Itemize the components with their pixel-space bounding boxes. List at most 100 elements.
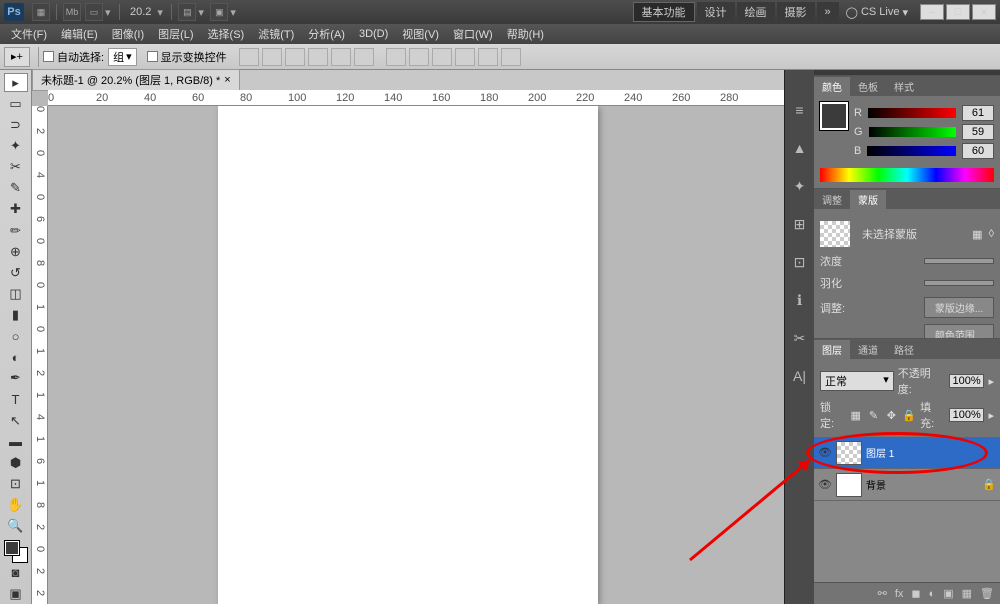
distribute-icon[interactable] <box>432 48 452 66</box>
zoom-tool[interactable]: 🔍 <box>4 517 28 536</box>
mask-icon[interactable]: ◼ <box>911 587 920 600</box>
menu-image[interactable]: 图像(I) <box>105 24 151 44</box>
minimize-button[interactable]: ─ <box>920 4 944 20</box>
color-swatch[interactable] <box>5 541 27 562</box>
ruler-horizontal[interactable]: 020406080100120140160180200220240260280 <box>48 90 784 106</box>
brush-icon[interactable]: ⊞ <box>790 214 810 234</box>
align-icon[interactable] <box>331 48 351 66</box>
tab-layers[interactable]: 图层 <box>814 340 850 359</box>
layer-thumb[interactable] <box>836 441 862 465</box>
fill-input[interactable]: 100% <box>949 408 985 422</box>
density-slider[interactable] <box>924 258 994 264</box>
workspace-design[interactable]: 设计 <box>697 2 735 22</box>
lock-paint-icon[interactable]: ✎ <box>867 408 881 422</box>
eraser-tool[interactable]: ◫ <box>4 284 28 303</box>
path-tool[interactable]: ↖ <box>4 411 28 430</box>
menu-filter[interactable]: 滤镜(T) <box>251 24 301 44</box>
folder-icon[interactable]: ▣ <box>943 587 953 600</box>
screenmode-icon[interactable]: ▣ <box>4 584 28 603</box>
tab-swatches[interactable]: 色板 <box>850 77 886 96</box>
adjust-icon[interactable]: ◐ <box>929 588 936 600</box>
workspace-photo[interactable]: 摄影 <box>777 2 815 22</box>
blue-slider[interactable] <box>867 146 956 156</box>
green-value[interactable]: 59 <box>962 124 994 140</box>
stamp-tool[interactable]: ⊕ <box>4 242 28 261</box>
char-icon[interactable]: A| <box>790 366 810 386</box>
history-icon[interactable]: ≡ <box>790 100 810 120</box>
clone-source-icon[interactable]: ⊡ <box>790 252 810 272</box>
visibility-icon[interactable]: 👁 <box>818 478 832 491</box>
menu-analysis[interactable]: 分析(A) <box>301 24 352 44</box>
menu-help[interactable]: 帮助(H) <box>500 24 551 44</box>
brush-tool[interactable]: ✏ <box>4 221 28 240</box>
mask-edge-button[interactable]: 蒙版边缘... <box>924 297 994 318</box>
move-tool[interactable]: ▸ <box>4 73 28 92</box>
lasso-tool[interactable]: ⊃ <box>4 115 28 134</box>
layer-row[interactable]: 👁 图层 1 <box>814 437 1000 469</box>
document-tab[interactable]: 未标题-1 @ 20.2% (图层 1, RGB/8) *× <box>32 69 240 91</box>
brush-preset-icon[interactable]: ✦ <box>790 176 810 196</box>
hand-tool[interactable]: ✋ <box>4 496 28 515</box>
menu-edit[interactable]: 编辑(E) <box>54 24 105 44</box>
new-layer-icon[interactable]: ▦ <box>962 587 972 600</box>
align-icon[interactable] <box>285 48 305 66</box>
align-icon[interactable] <box>354 48 374 66</box>
menu-layer[interactable]: 图层(L) <box>151 24 200 44</box>
lock-trans-icon[interactable]: ▦ <box>849 408 863 422</box>
menu-view[interactable]: 视图(V) <box>395 24 446 44</box>
eyedropper-tool[interactable]: ✎ <box>4 179 28 198</box>
info-icon[interactable]: ℹ <box>790 290 810 310</box>
canvas[interactable] <box>218 106 598 604</box>
shape-tool[interactable]: ▬ <box>4 432 28 451</box>
bridge-icon[interactable]: ▦ <box>32 3 50 21</box>
screen-icon[interactable]: ▣ <box>210 3 228 21</box>
workspace-more[interactable]: » <box>817 2 839 22</box>
heal-tool[interactable]: ✚ <box>4 200 28 219</box>
menu-select[interactable]: 选择(S) <box>201 24 252 44</box>
blur-tool[interactable]: ○ <box>4 327 28 346</box>
opacity-input[interactable]: 100% <box>949 374 985 388</box>
tab-adjustments[interactable]: 调整 <box>814 190 850 209</box>
distribute-icon[interactable] <box>386 48 406 66</box>
close-tab-icon[interactable]: × <box>224 74 230 86</box>
quickmask-icon[interactable]: ◙ <box>4 563 28 582</box>
blue-value[interactable]: 60 <box>962 143 994 159</box>
histogram-icon[interactable]: ▲ <box>790 138 810 158</box>
layer-row[interactable]: 👁 背景 🔒 <box>814 469 1000 501</box>
3d-camera-tool[interactable]: ⊡ <box>4 474 28 493</box>
current-tool-icon[interactable]: ▸+ <box>4 47 30 67</box>
red-value[interactable]: 61 <box>962 105 994 121</box>
transform-controls-checkbox[interactable] <box>147 51 158 62</box>
history-brush-tool[interactable]: ↺ <box>4 263 28 282</box>
green-slider[interactable] <box>869 127 956 137</box>
menu-window[interactable]: 窗口(W) <box>446 24 500 44</box>
workspace-paint[interactable]: 绘画 <box>737 2 775 22</box>
auto-select-dropdown[interactable]: 组▾ <box>108 48 137 66</box>
tab-channels[interactable]: 通道 <box>850 340 886 359</box>
feather-slider[interactable] <box>924 280 994 286</box>
gradient-tool[interactable]: ▮ <box>4 305 28 324</box>
distribute-icon[interactable] <box>501 48 521 66</box>
zoom-display[interactable]: 20.2 <box>130 6 151 18</box>
pixel-mask-icon[interactable]: ▦ <box>972 228 982 241</box>
wand-tool[interactable]: ✦ <box>4 136 28 155</box>
link-icon[interactable]: ⚯ <box>878 587 887 600</box>
view-icon[interactable]: ▭ <box>85 3 103 21</box>
tab-color[interactable]: 颜色 <box>814 77 850 96</box>
type-tool[interactable]: T <box>4 390 28 409</box>
auto-select-checkbox[interactable] <box>43 51 54 62</box>
menu-3d[interactable]: 3D(D) <box>352 26 395 42</box>
close-button[interactable]: ✕ <box>972 4 996 20</box>
swatches-icon[interactable]: ✂ <box>790 328 810 348</box>
3d-tool[interactable]: ⬢ <box>4 453 28 472</box>
fx-icon[interactable]: fx <box>895 588 904 600</box>
red-slider[interactable] <box>868 108 956 118</box>
distribute-icon[interactable] <box>455 48 475 66</box>
tab-paths[interactable]: 路径 <box>886 340 922 359</box>
spectrum-bar[interactable] <box>820 168 994 182</box>
lock-all-icon[interactable]: 🔒 <box>902 408 916 422</box>
workspace-essentials[interactable]: 基本功能 <box>633 2 695 22</box>
visibility-icon[interactable]: 👁 <box>818 446 832 459</box>
layer-name[interactable]: 图层 1 <box>866 445 996 460</box>
tab-masks[interactable]: 蒙版 <box>850 190 886 209</box>
